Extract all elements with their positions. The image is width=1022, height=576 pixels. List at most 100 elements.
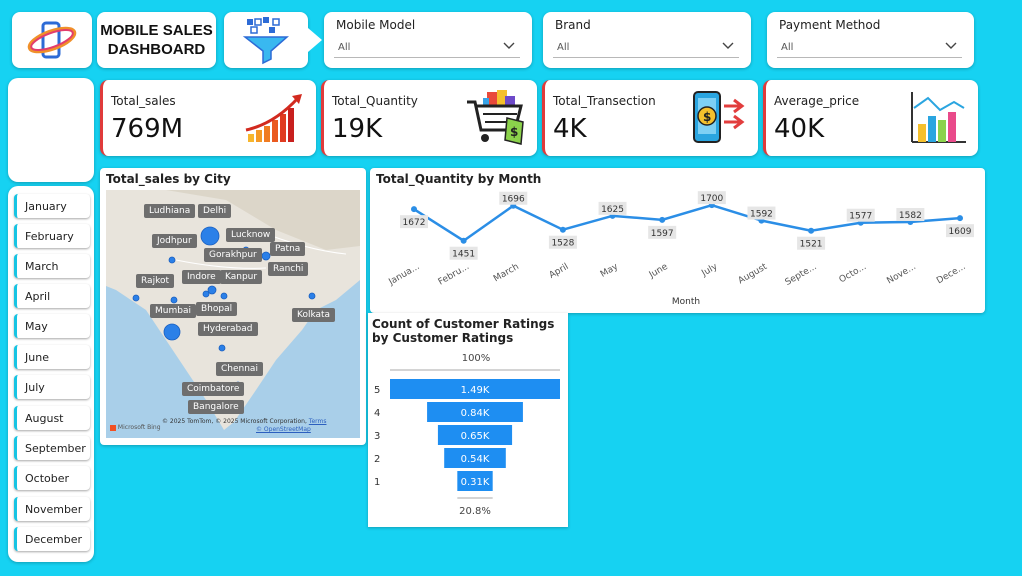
line-point[interactable] bbox=[460, 237, 467, 244]
city-label: Delhi bbox=[198, 204, 232, 218]
bar-chart-growth-icon bbox=[245, 94, 302, 142]
data-label: 1592 bbox=[750, 210, 773, 220]
chevron-down-icon bbox=[722, 42, 734, 49]
filter-panel-toggle[interactable] bbox=[224, 12, 308, 68]
city-label: Kanpur bbox=[220, 270, 263, 284]
month-button-october[interactable]: October bbox=[14, 466, 90, 490]
funnel-category-label: 5 bbox=[374, 385, 380, 396]
month-button-may[interactable]: May bbox=[14, 314, 90, 338]
slicer-value: All bbox=[557, 42, 570, 53]
x-tick-label: Janua... bbox=[386, 262, 421, 288]
kpi-label: Total_Quantity bbox=[332, 94, 418, 108]
month-slicer: January February March April May June Ju… bbox=[8, 186, 94, 562]
line-point[interactable] bbox=[808, 227, 815, 234]
funnel-top-percent: 100% bbox=[462, 353, 491, 364]
data-label: 1625 bbox=[601, 205, 624, 215]
city-bubble[interactable] bbox=[308, 292, 316, 300]
mobile-payment-icon: $ bbox=[693, 91, 745, 143]
funnel-bar-label: 0.84K bbox=[461, 408, 490, 419]
city-label: Lucknow bbox=[226, 228, 276, 242]
slicer-label: Mobile Model bbox=[336, 18, 416, 32]
dashboard-title: MOBILE SALES DASHBOARD bbox=[97, 12, 216, 68]
month-button-june[interactable]: June bbox=[14, 345, 90, 369]
funnel-bar-label: 0.65K bbox=[461, 431, 490, 442]
filter-funnel-icon bbox=[242, 17, 289, 65]
x-tick-label: July bbox=[699, 262, 719, 280]
x-tick-label: May bbox=[599, 262, 621, 280]
slicer-brand[interactable]: Brand All bbox=[543, 12, 751, 68]
blank-panel bbox=[8, 78, 94, 182]
line-point[interactable] bbox=[411, 206, 417, 213]
month-button-july[interactable]: July bbox=[14, 375, 90, 399]
line-point[interactable] bbox=[957, 215, 963, 222]
city-bubble[interactable] bbox=[220, 292, 228, 300]
bar-chart-icon bbox=[911, 92, 966, 143]
data-label: 1577 bbox=[849, 212, 872, 222]
map-terms-link[interactable]: Terms bbox=[309, 418, 327, 425]
kpi-value: 19K bbox=[332, 114, 383, 144]
line-chart: 1672 1451 1696 1528 1625 1597 1700 1592 1521 1577… bbox=[386, 191, 974, 307]
x-tick-label: Septe... bbox=[784, 262, 819, 288]
kpi-total-transection: Total_Transection 4K $ bbox=[542, 80, 758, 156]
line-point[interactable] bbox=[559, 226, 566, 233]
city-label: Mumbai bbox=[150, 304, 196, 318]
month-button-january[interactable]: January bbox=[14, 194, 90, 218]
month-button-march[interactable]: March bbox=[14, 254, 90, 278]
x-tick-label: March bbox=[492, 262, 521, 284]
kpi-average-price: Average_price 40K bbox=[763, 80, 978, 156]
city-bubble[interactable] bbox=[170, 296, 178, 304]
kpi-total-quantity: Total_Quantity 19K $ bbox=[321, 80, 537, 156]
slicer-payment-method[interactable]: Payment Method All bbox=[767, 12, 974, 68]
map-area[interactable]: Ludhiana Delhi Jodhpur Lucknow Gorakhpur Patn… bbox=[106, 190, 360, 438]
kpi-label: Average_price bbox=[774, 94, 860, 108]
payment-method-dropdown[interactable]: All bbox=[777, 38, 962, 58]
title-line-2: DASHBOARD bbox=[107, 41, 206, 58]
month-button-november[interactable]: November bbox=[14, 497, 90, 521]
data-label: 1582 bbox=[899, 211, 922, 221]
month-button-december[interactable]: December bbox=[14, 527, 90, 551]
x-axis-title: Month bbox=[672, 297, 700, 307]
x-tick-label: Febru... bbox=[437, 262, 471, 288]
city-label: Patna bbox=[270, 242, 306, 256]
x-tick-label: August bbox=[737, 262, 770, 287]
month-button-february[interactable]: February bbox=[14, 224, 90, 248]
mobile-model-dropdown[interactable]: All bbox=[334, 38, 520, 58]
kpi-total-sales: Total_sales 769M bbox=[100, 80, 316, 156]
funnel-bar-label: 0.31K bbox=[461, 477, 490, 488]
city-label: Bhopal bbox=[196, 302, 238, 316]
chevron-down-icon bbox=[503, 42, 515, 49]
city-bubble[interactable] bbox=[168, 256, 176, 264]
map-osm-link[interactable]: © OpenStreetMap bbox=[256, 426, 311, 433]
city-bubble[interactable] bbox=[163, 323, 181, 341]
city-bubble[interactable] bbox=[207, 285, 217, 295]
microsoft-logo-icon bbox=[110, 424, 116, 431]
x-tick-label: Dece... bbox=[935, 262, 967, 286]
city-label: Ranchi bbox=[268, 262, 309, 276]
city-label: Jodhpur bbox=[152, 234, 197, 248]
month-button-september[interactable]: September bbox=[14, 436, 90, 460]
city-bubble[interactable] bbox=[261, 251, 271, 261]
month-button-august[interactable]: August bbox=[14, 406, 90, 430]
kpi-value: 4K bbox=[553, 114, 587, 144]
data-label: 1609 bbox=[949, 227, 972, 237]
funnel-category-label: 1 bbox=[374, 477, 380, 488]
data-label: 1528 bbox=[551, 239, 574, 249]
data-label: 1451 bbox=[452, 250, 475, 260]
brand-dropdown[interactable]: All bbox=[553, 38, 739, 58]
city-bubble[interactable] bbox=[218, 344, 226, 352]
slicer-mobile-model[interactable]: Mobile Model All bbox=[324, 12, 532, 68]
bing-label: Microsoft Bing bbox=[117, 424, 161, 431]
city-label: Coimbatore bbox=[182, 382, 245, 396]
phone-logo-icon bbox=[27, 21, 77, 59]
slicer-label: Brand bbox=[555, 18, 591, 32]
title-line-1: MOBILE SALES bbox=[100, 22, 213, 39]
map-attribution: © 2025 TomTom, © 2025 Microsoft Corporat… bbox=[162, 418, 307, 425]
data-label: 1521 bbox=[800, 240, 823, 250]
x-tick-label: Octo... bbox=[838, 262, 869, 285]
line-point[interactable] bbox=[659, 216, 666, 223]
funnel-category-label: 3 bbox=[374, 431, 380, 442]
filter-arrow bbox=[308, 28, 322, 52]
city-bubble[interactable] bbox=[200, 226, 220, 246]
city-bubble[interactable] bbox=[132, 294, 140, 302]
month-button-april[interactable]: April bbox=[14, 284, 90, 308]
